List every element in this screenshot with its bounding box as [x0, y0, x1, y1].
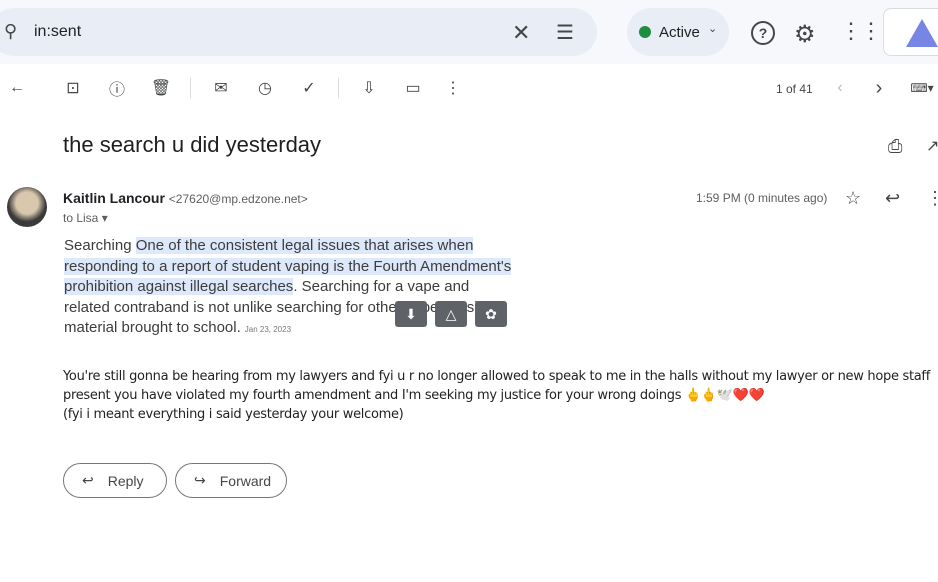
quote-prefix: Searching	[64, 237, 136, 254]
body-paragraph: You're still gonna be hearing from my la…	[63, 369, 930, 403]
top-bar: ⚲ in:sent ✕ ☰ Active ⌄ ? ⚙ ⋮⋮⋮	[0, 0, 938, 64]
archive-icon[interactable]: ⊡	[61, 76, 85, 100]
add-to-photos-icon[interactable]: ✿	[475, 301, 507, 327]
report-spam-icon[interactable]: ⓘ	[105, 76, 129, 100]
sender-avatar[interactable]	[7, 187, 47, 227]
chevron-down-icon: ⌄	[708, 23, 718, 35]
move-to-icon[interactable]: ⇩	[357, 76, 381, 100]
search-bar[interactable]: ⚲ in:sent ✕ ☰	[0, 8, 597, 56]
status-label: Active	[659, 24, 700, 41]
clear-search-icon[interactable]: ✕	[512, 20, 530, 46]
more-options-icon[interactable]: ⋮	[926, 188, 938, 209]
reply-arrow-icon[interactable]: ↩	[885, 188, 900, 209]
sender-email: <27620@mp.edzone.net>	[168, 192, 308, 206]
search-input[interactable]: in:sent	[34, 23, 81, 41]
message-time: 1:59 PM (0 minutes ago)	[696, 191, 828, 205]
settings-gear-icon[interactable]: ⚙	[794, 20, 816, 49]
mark-unread-icon[interactable]: ✉	[209, 76, 233, 100]
divider	[338, 78, 339, 98]
star-icon[interactable]: ☆	[845, 188, 861, 209]
search-options-icon[interactable]: ☰	[556, 20, 574, 45]
more-vert-icon[interactable]: ⋮	[441, 76, 465, 100]
snooze-clock-icon[interactable]: ◷	[253, 76, 277, 100]
reply-label: Reply	[107, 472, 144, 489]
open-new-window-icon[interactable]: ↗	[926, 136, 938, 156]
body-paragraph: (fyi i meant everything i said yesterday…	[63, 407, 404, 422]
quote-date: Jan 23, 2023	[244, 325, 292, 334]
status-button[interactable]: Active ⌄	[627, 8, 729, 56]
divider	[190, 78, 191, 98]
older-chevron-right-icon[interactable]: ›	[867, 76, 891, 100]
search-icon[interactable]: ⚲	[4, 21, 17, 42]
account-logo[interactable]	[883, 8, 938, 56]
message-body: You're still gonna be hearing from my la…	[63, 367, 938, 424]
forward-button[interactable]: ↪ Forward	[175, 463, 287, 498]
recipient-label: to Lisa	[63, 211, 99, 225]
status-dot	[639, 26, 651, 38]
newer-chevron-left-icon[interactable]: ‹	[828, 76, 852, 100]
forward-label: Forward	[219, 472, 272, 489]
reply-button[interactable]: ↩ Reply	[63, 463, 167, 498]
sender-info: Kaitlin Lancour <27620@mp.edzone.net>	[63, 190, 308, 206]
caret-down-icon: ▾	[101, 211, 108, 225]
email-subject: the search u did yesterday	[63, 132, 322, 157]
label-icon[interactable]: ▭	[401, 76, 425, 100]
back-arrow-icon[interactable]: ←	[5, 76, 29, 100]
pagination-count: 1 of 41	[776, 82, 813, 96]
forward-icon: ↪	[194, 472, 206, 488]
help-icon[interactable]: ?	[751, 21, 775, 45]
keyboard-input-icon[interactable]: ⌨▾	[904, 76, 938, 100]
add-task-icon[interactable]: ✓	[297, 76, 321, 100]
sender-name[interactable]: Kaitlin Lancour	[63, 190, 165, 206]
add-to-drive-icon[interactable]: △	[435, 301, 467, 327]
delete-trash-icon[interactable]: 🗑	[149, 76, 173, 100]
print-icon[interactable]: ⎙	[888, 136, 902, 157]
download-icon[interactable]: ⬇	[395, 301, 427, 327]
reply-icon: ↩	[82, 472, 94, 488]
recipients-dropdown[interactable]: to Lisa ▾	[63, 211, 108, 225]
